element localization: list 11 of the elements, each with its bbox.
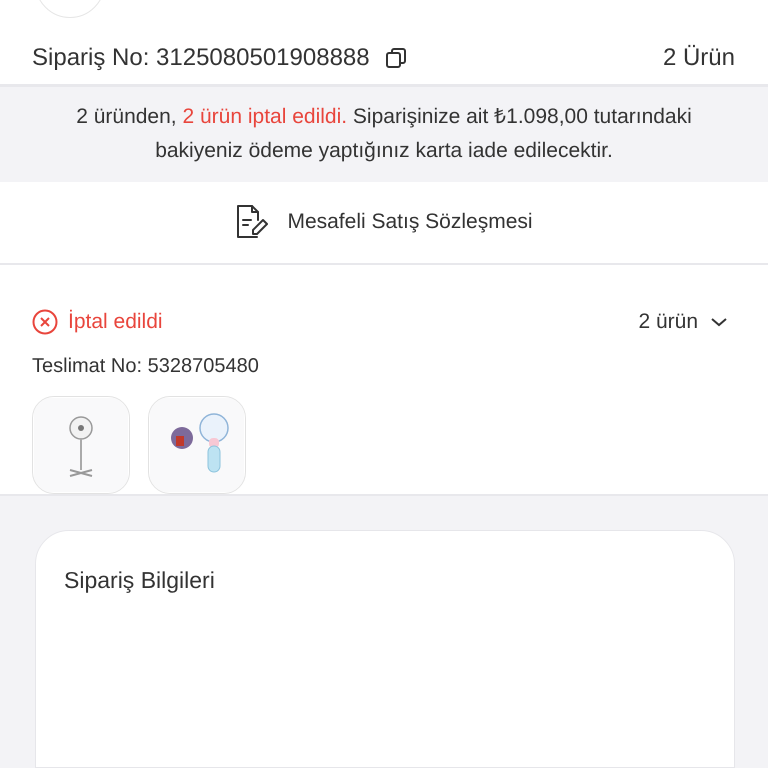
chevron-icon [710,316,728,328]
order-number: Sipariş No: 3125080501908888 [32,44,370,72]
refund-notice: 2 üründen, 2 ürün iptal edildi. Siparişinize ait ₺1.098,00 tutarındaki bakiyeniz ödeme yaptığınız karta iade edilecektir. [75,104,693,164]
card-title: Sipariş Bilgileri [64,567,216,594]
contract-link[interactable]: Mesafeli Satış Sözleşmesi [235,203,533,242]
item-count: 2 Ürün [662,44,735,72]
items-toggle[interactable]: 2 ürün [638,310,736,334]
cancel-icon [32,309,58,335]
copy-icon[interactable] [384,46,408,70]
status-label: İptal edildi [68,310,163,334]
delivery-number: Teslimat No: 5328705480 [32,355,260,378]
